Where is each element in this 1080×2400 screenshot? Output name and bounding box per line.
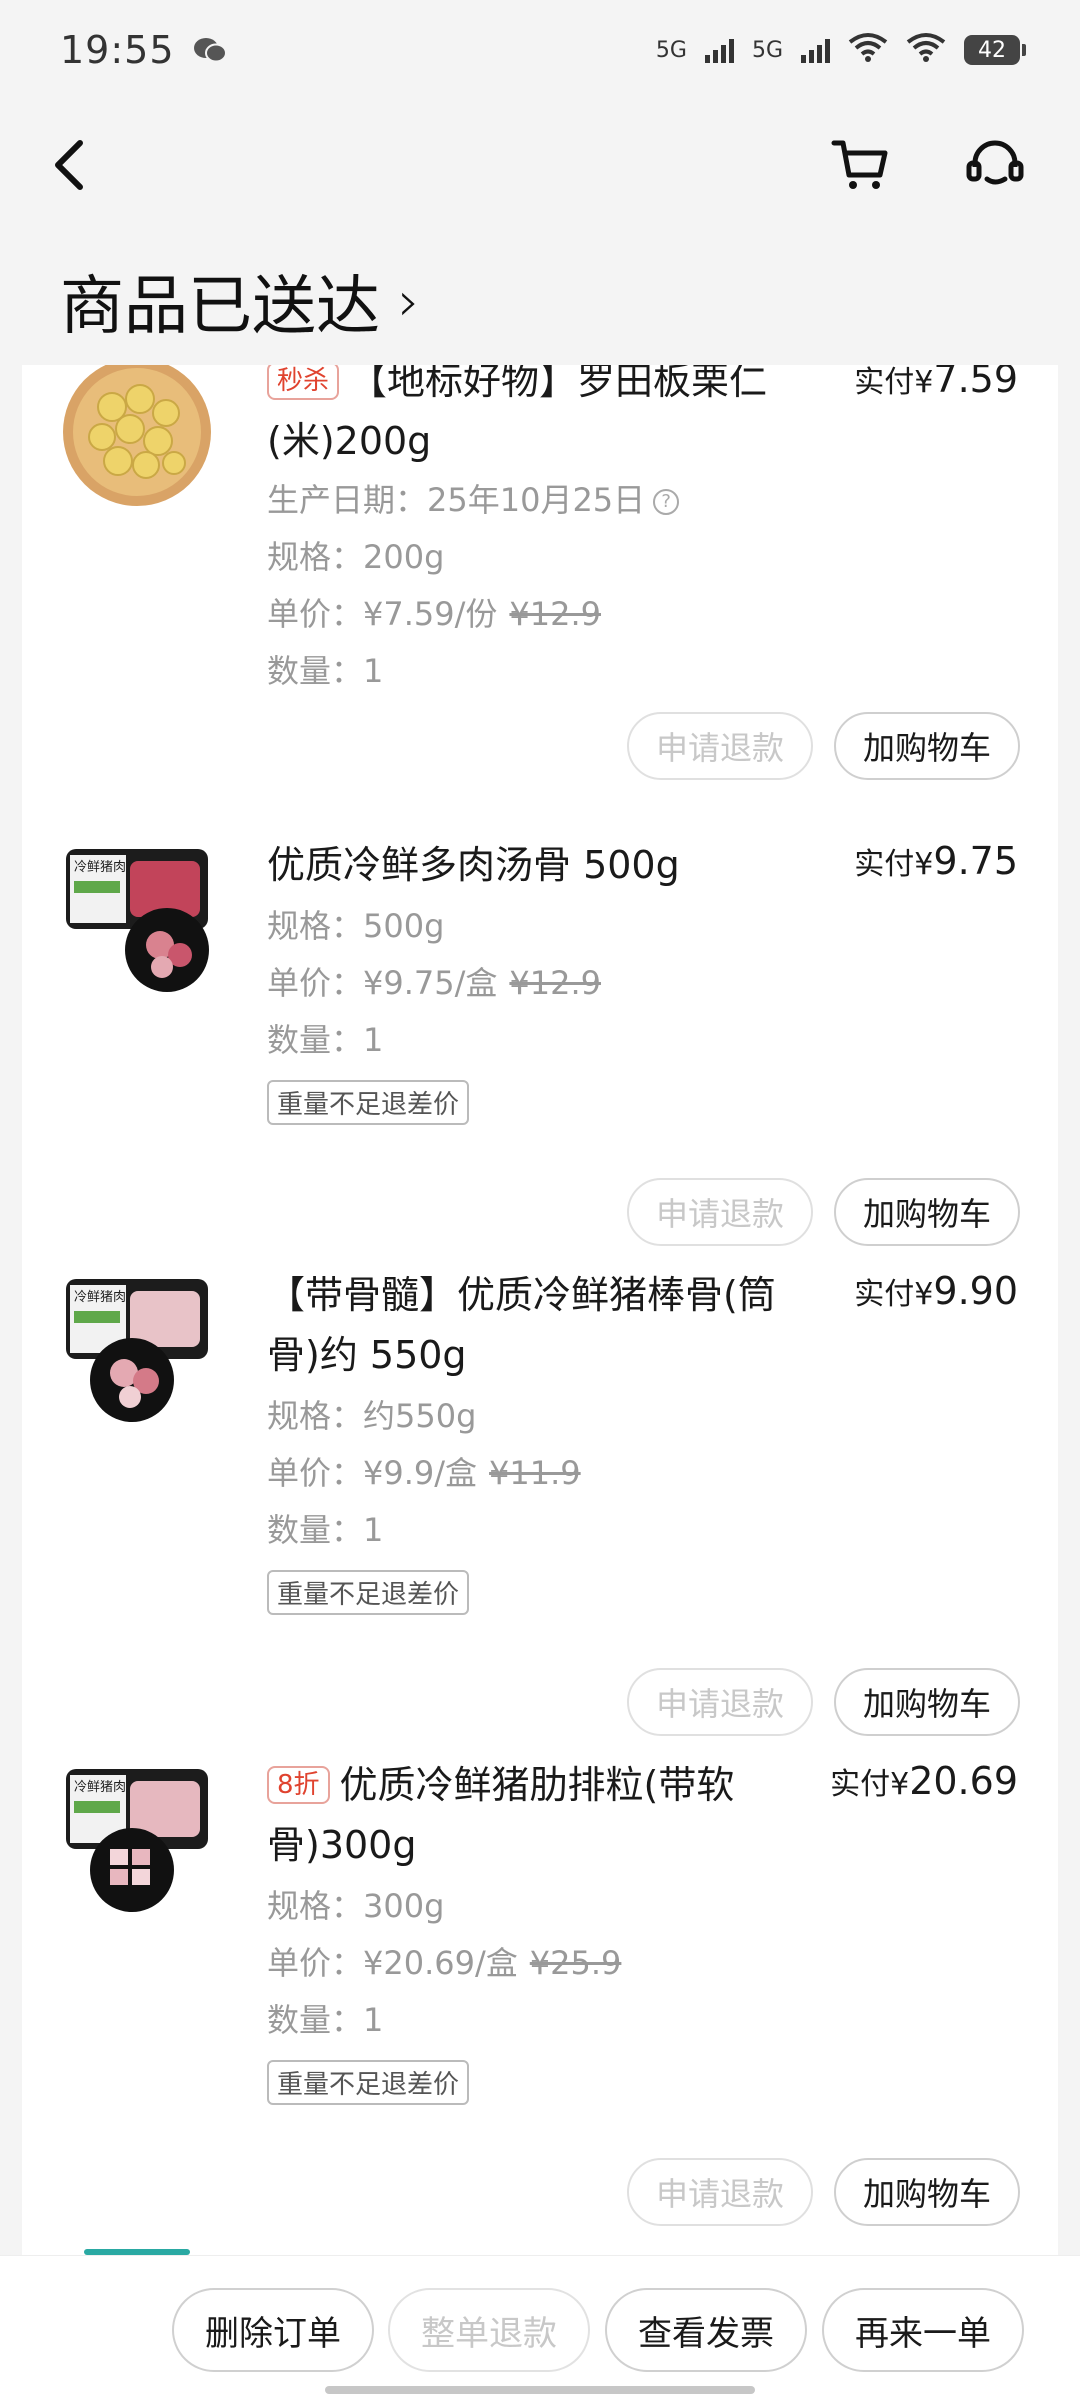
list-item: 冷鲜猪肉 优质冷鲜多肉汤骨 500g 实付¥9.75 规格：500g 单价：¥9… [22, 835, 1058, 1305]
quantity: 数量：1 [267, 2001, 384, 2039]
battery-icon: 42 [964, 35, 1026, 65]
weight-refund-badge: 重量不足退差价 [267, 1080, 470, 1125]
unit-price: 单价：¥7.59/份 ¥12.9 [267, 595, 602, 633]
production-date: 生产日期：25年10月25日? [267, 472, 680, 529]
list-item: 冷鲜猪肉 8折 优质冷鲜猪肋排粒(带软骨)300g 实付¥20.69 规格：300… [22, 1755, 1058, 2235]
add-to-cart-button[interactable]: 加购物车 [834, 712, 1020, 780]
weight-refund-badge: 重量不足退差价 [267, 1570, 470, 1615]
refund-button[interactable]: 申请退款 [627, 2158, 813, 2226]
product-spec: 规格：500g [267, 907, 445, 945]
product-list: 秒杀 【地标好物】罗田板栗仁(米)200g 实付¥7.59 生产日期：25年10月… [22, 365, 1058, 2255]
original-price: ¥12.9 [509, 595, 602, 633]
refund-button[interactable]: 申请退款 [627, 1668, 813, 1736]
order-status-title[interactable]: 商品已送达 › [60, 255, 420, 347]
wifi-icon-2 [906, 32, 946, 68]
original-price: ¥11.9 [489, 1454, 581, 1492]
page-title: 商品已送达 [60, 270, 380, 344]
thumb-label: 冷鲜猪肉 [74, 1289, 126, 1304]
original-price: ¥25.9 [529, 1944, 622, 1982]
list-item: 冷鲜猪肉 【带骨髓】优质冷鲜猪棒骨(筒骨)约 550g 实付¥9.90 规格：约… [22, 1265, 1058, 1745]
status-bar: 19:55 5G 5G 42 [0, 0, 1080, 100]
paid-price: 实付¥7.59 [854, 365, 1018, 401]
status-time: 19:55 [60, 28, 175, 72]
bottom-action-bar: 删除订单 整单退款 查看发票 再来一单 [0, 2255, 1080, 2400]
home-indicator[interactable] [325, 2386, 755, 2394]
original-price: ¥12.9 [509, 964, 602, 1002]
thumb-label: 冷鲜猪肉 [74, 859, 126, 874]
network-5g-label: 5G [655, 37, 687, 63]
back-arrow-icon[interactable] [35, 130, 105, 200]
product-spec: 规格：300g [267, 1887, 445, 1925]
quantity: 数量：1 [267, 1021, 384, 1059]
list-item: 秒杀 【地标好物】罗田板栗仁(米)200g 实付¥7.59 生产日期：25年10月… [22, 365, 1058, 790]
refund-button[interactable]: 申请退款 [627, 1178, 813, 1246]
cart-icon[interactable] [825, 130, 895, 200]
quantity: 数量：1 [267, 1511, 384, 1549]
product-image[interactable]: 冷鲜猪肉 [62, 1275, 212, 1425]
product-name[interactable]: 8折 优质冷鲜猪肋排粒(带软骨)300g [267, 1755, 827, 1875]
signal-icon-2 [801, 37, 830, 63]
weight-refund-badge: 重量不足退差价 [267, 2060, 470, 2105]
product-spec: 规格：约550g [267, 1397, 477, 1435]
quantity: 数量：1 [267, 652, 384, 690]
unit-price: 单价：¥20.69/盒 ¥25.9 [267, 1944, 622, 1982]
customer-service-icon[interactable] [960, 130, 1030, 200]
paid-price: 实付¥9.75 [854, 839, 1018, 883]
help-circle-icon[interactable]: ? [653, 489, 680, 515]
refund-button[interactable]: 申请退款 [627, 712, 813, 780]
product-name[interactable]: 秒杀 【地标好物】罗田板栗仁(米)200g [267, 365, 827, 471]
add-to-cart-button[interactable]: 加购物车 [834, 2158, 1020, 2226]
nav-bar [0, 110, 1080, 220]
delete-order-button[interactable]: 删除订单 [172, 2288, 374, 2372]
chevron-right-icon: › [398, 269, 420, 333]
network-5g-label-2: 5G [751, 37, 783, 63]
refund-all-button[interactable]: 整单退款 [388, 2288, 590, 2372]
product-name[interactable]: 【带骨髓】优质冷鲜猪棒骨(筒骨)约 550g [267, 1265, 827, 1385]
product-image[interactable] [62, 365, 212, 507]
flash-sale-tag: 秒杀 [267, 365, 340, 400]
unit-price: 单价：¥9.75/盒 ¥12.9 [267, 964, 602, 1002]
product-image[interactable]: 冷鲜猪肉 [62, 1765, 212, 1915]
product-name[interactable]: 优质冷鲜多肉汤骨 500g [267, 835, 827, 895]
unit-price: 单价：¥9.9/盒 ¥11.9 [267, 1454, 581, 1492]
view-invoice-button[interactable]: 查看发票 [605, 2288, 807, 2372]
discount-tag: 8折 [267, 1766, 330, 1804]
signal-icon [704, 37, 734, 63]
thumb-label: 冷鲜猪肉 [74, 1779, 126, 1794]
product-image[interactable]: 冷鲜猪肉 [62, 845, 212, 995]
product-spec: 规格：200g [267, 538, 445, 576]
wifi-icon [848, 32, 888, 68]
reorder-button[interactable]: 再来一单 [822, 2288, 1024, 2372]
add-to-cart-button[interactable]: 加购物车 [834, 1178, 1020, 1246]
paid-price: 实付¥20.69 [830, 1759, 1018, 1803]
wechat-icon [193, 37, 227, 63]
paid-price: 实付¥9.90 [854, 1269, 1018, 1313]
add-to-cart-button[interactable]: 加购物车 [834, 1668, 1020, 1736]
